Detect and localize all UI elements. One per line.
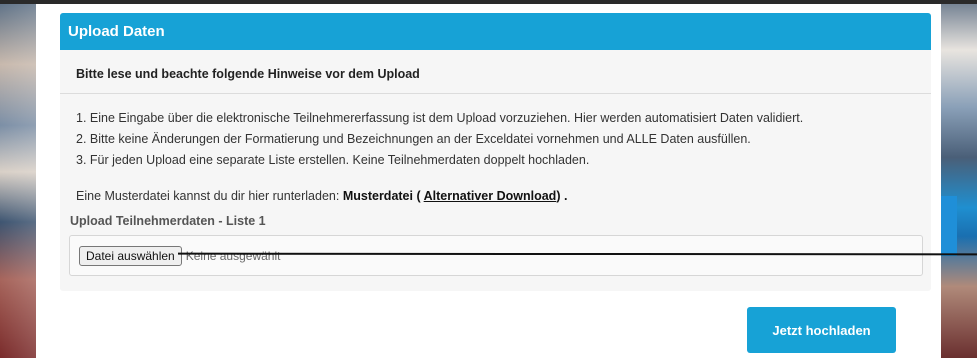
template-label: Musterdatei [342, 189, 413, 203]
background-photo-right [941, 0, 977, 358]
top-border [0, 0, 977, 4]
template-prefix: Eine Musterdatei kannst du dir hier runt… [76, 189, 343, 203]
hint-item: 2. Bitte keine Änderungen der Formatieru… [76, 132, 751, 146]
upload-label: Upload Teilnehmerdaten - Liste 1 [70, 214, 266, 228]
hint-title: Bitte lese und beachte folgende Hinweise… [76, 67, 420, 81]
divider [60, 93, 931, 94]
paren-open: ( [412, 189, 424, 203]
hint-item: 3. Für jeden Upload eine separate Liste … [76, 153, 590, 167]
upload-panel: Upload Daten Bitte lese und beachte folg… [60, 13, 931, 291]
file-status: Keine ausgewählt [185, 248, 281, 263]
panel-body: Bitte lese und beachte folgende Hinweise… [60, 50, 931, 276]
panel-title: Upload Daten [60, 13, 931, 50]
template-download-line: Eine Musterdatei kannst du dir hier runt… [76, 185, 915, 207]
file-upload-field[interactable]: Datei auswählen Keine ausgewählt [69, 235, 923, 276]
upload-submit-button[interactable]: Jetzt hochladen [747, 307, 896, 353]
main-content: Upload Daten Bitte lese und beachte folg… [36, 0, 941, 358]
alternative-download-link[interactable]: Alternativer Download [424, 189, 557, 203]
choose-file-button[interactable]: Datei auswählen [79, 245, 182, 266]
hint-item: 1. Eine Eingabe über die elektronische T… [76, 111, 804, 125]
paren-close: ) . [556, 189, 568, 203]
hint-list: 1. Eine Eingabe über die elektronische T… [76, 108, 915, 171]
background-photo-left [0, 0, 36, 358]
background-banner [941, 196, 957, 256]
